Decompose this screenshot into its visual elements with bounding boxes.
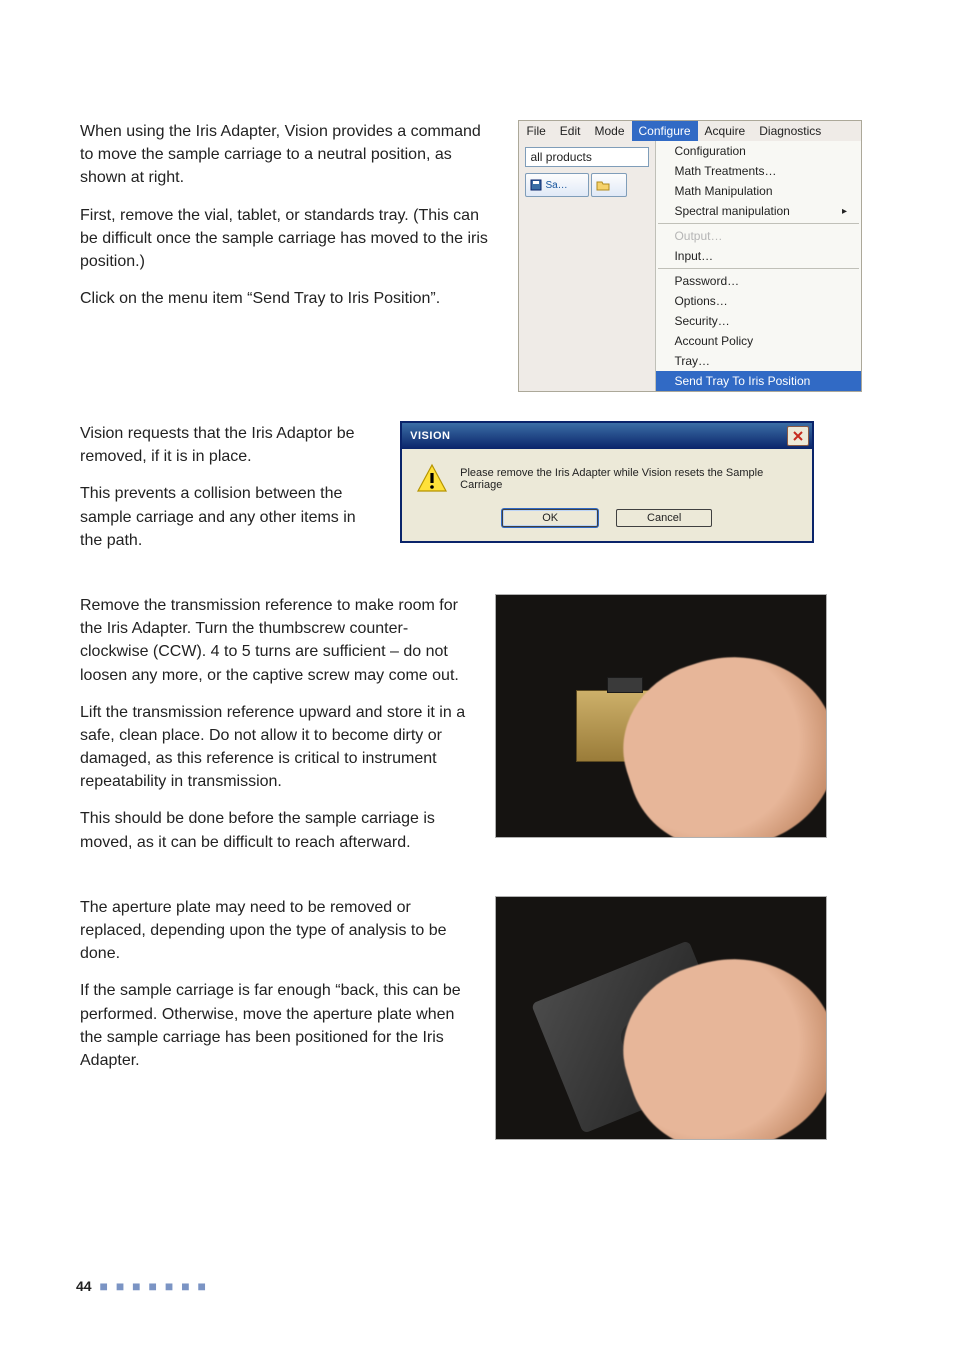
menu-item-spectral-manipulation[interactable]: Spectral manipulation (656, 201, 861, 221)
section3-p3: This should be done before the sample ca… (80, 807, 471, 853)
menu-edit[interactable]: Edit (553, 121, 588, 141)
product-combobox[interactable]: all products (525, 147, 649, 167)
toolbar-save-button[interactable]: Sa… (525, 173, 589, 197)
menu-item-output: Output… (656, 226, 861, 246)
section3-text: Remove the transmission reference to mak… (80, 594, 471, 868)
menu-separator (658, 268, 859, 269)
menu-bar: File Edit Mode Configure Acquire Diagnos… (518, 120, 862, 141)
menu-item-tray[interactable]: Tray… (656, 351, 861, 371)
section1-p2: First, remove the vial, tablet, or stand… (80, 204, 494, 274)
menu-item-security[interactable]: Security… (656, 311, 861, 331)
toolbar-open-button[interactable] (591, 173, 627, 197)
menu-item-password[interactable]: Password… (656, 271, 861, 291)
section1-text: When using the Iris Adapter, Vision prov… (80, 120, 494, 324)
dialog-title: VISION (410, 430, 450, 442)
section4-text: The aperture plate may need to be remove… (80, 896, 471, 1086)
section3-p2: Lift the transmission reference upward a… (80, 701, 471, 794)
page-number: 44 (76, 1278, 92, 1294)
menu-file[interactable]: File (519, 121, 552, 141)
menu-configure[interactable]: Configure (632, 121, 698, 141)
save-icon (530, 179, 542, 191)
section1-p3: Click on the menu item “Send Tray to Iri… (80, 287, 494, 310)
menu-item-options[interactable]: Options… (656, 291, 861, 311)
menu-item-account-policy[interactable]: Account Policy (656, 331, 861, 351)
menu-item-math-treatments[interactable]: Math Treatments… (656, 161, 861, 181)
section2-p1: Vision requests that the Iris Adaptor be… (80, 422, 377, 468)
footer-decorative-dots: ■ ■ ■ ■ ■ ■ ■ (99, 1278, 208, 1294)
remove-iris-dialog: VISION Please remove the Iris Adapter wh… (401, 422, 813, 542)
menu-item-send-tray-to-iris[interactable]: Send Tray To Iris Position (656, 371, 861, 391)
menu-diagnostics[interactable]: Diagnostics (752, 121, 828, 141)
menu-item-input[interactable]: Input… (656, 246, 861, 266)
menu-acquire[interactable]: Acquire (698, 121, 753, 141)
aperture-plate-photo (495, 896, 827, 1140)
section2-p2: This prevents a collision between the sa… (80, 482, 377, 552)
dialog-close-button[interactable] (787, 426, 809, 446)
section1-p1: When using the Iris Adapter, Vision prov… (80, 120, 494, 190)
section4-p2: If the sample carriage is far enough “ba… (80, 979, 471, 1072)
menu-separator (658, 223, 859, 224)
dialog-message: Please remove the Iris Adapter while Vis… (460, 463, 798, 491)
dialog-cancel-button[interactable]: Cancel (616, 509, 712, 527)
warning-icon (416, 463, 448, 495)
section3-p1: Remove the transmission reference to mak… (80, 594, 471, 687)
menu-mode[interactable]: Mode (587, 121, 631, 141)
section4-p1: The aperture plate may need to be remove… (80, 896, 471, 966)
close-icon (793, 431, 803, 441)
folder-open-icon (596, 179, 610, 191)
menu-item-configuration[interactable]: Configuration (656, 141, 861, 161)
configure-menu-screenshot: File Edit Mode Configure Acquire Diagnos… (518, 120, 862, 392)
section2-text: Vision requests that the Iris Adaptor be… (80, 422, 377, 566)
menu-item-math-manipulation[interactable]: Math Manipulation (656, 181, 861, 201)
dialog-titlebar: VISION (402, 423, 812, 449)
toolbar-save-label: Sa… (545, 180, 567, 191)
transmission-reference-photo (495, 594, 827, 838)
configure-dropdown: Configuration Math Treatments… Math Mani… (655, 141, 861, 391)
page-footer: 44 ■ ■ ■ ■ ■ ■ ■ (76, 1278, 208, 1294)
dialog-ok-button[interactable]: OK (502, 509, 598, 527)
